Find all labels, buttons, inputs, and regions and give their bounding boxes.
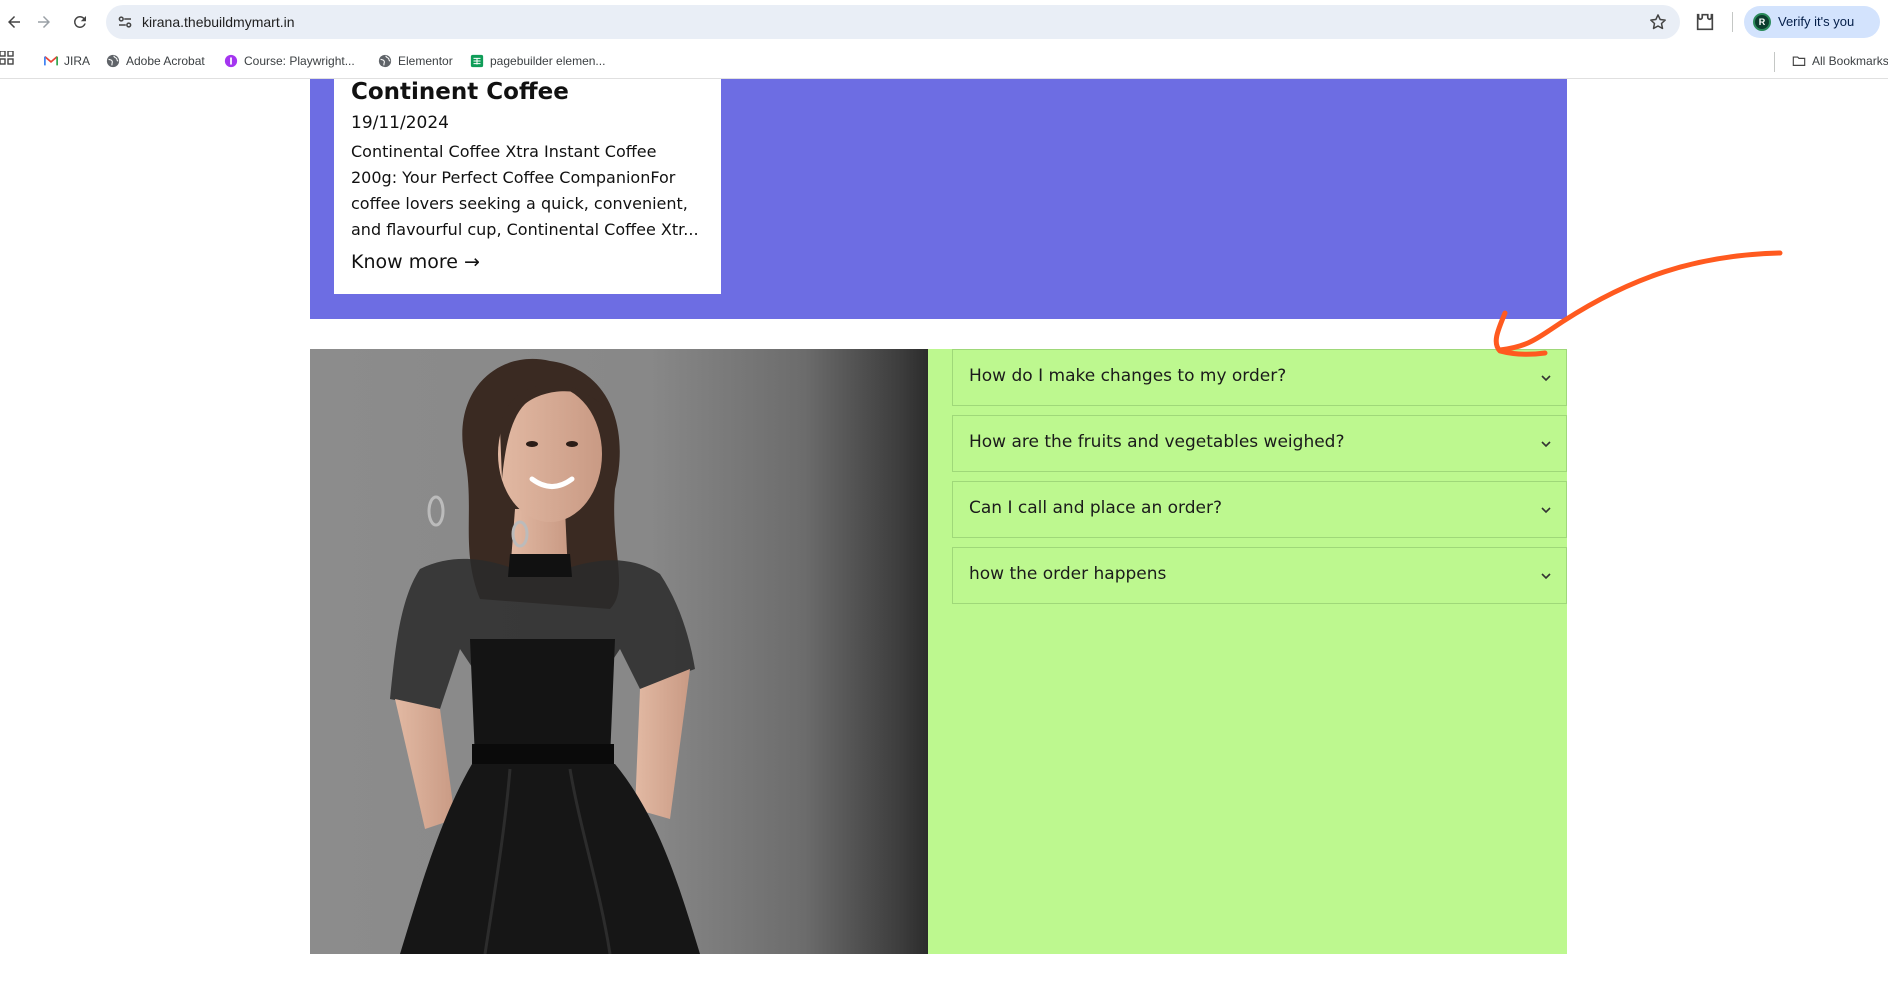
- verify-profile-button[interactable]: R Verify it's you: [1744, 6, 1880, 38]
- bookmark-label: Adobe Acrobat: [126, 54, 205, 68]
- faq-question: how the order happens: [969, 564, 1167, 584]
- bookmark-star-icon[interactable]: [1648, 12, 1668, 32]
- forward-button[interactable]: [30, 8, 58, 36]
- reload-icon: [73, 15, 86, 28]
- bookmarks-bar: JIRA Adobe Acrobat Course: Playwright...…: [0, 44, 1888, 79]
- address-bar[interactable]: kirana.thebuildmymart.in: [106, 5, 1680, 39]
- blog-card-date: 19/11/2024: [351, 113, 449, 133]
- blog-card: Continent Coffee 19/11/2024 Continental …: [334, 79, 721, 294]
- verify-label: Verify it's you: [1778, 14, 1855, 29]
- arrow-right-icon: [38, 16, 50, 28]
- folder-icon: [1792, 56, 1806, 66]
- url-text[interactable]: kirana.thebuildmymart.in: [142, 14, 295, 30]
- know-more-link[interactable]: Know more →: [351, 251, 480, 273]
- bookmarks-divider: [1774, 52, 1775, 72]
- bookmark-label: pagebuilder elemen...: [490, 54, 606, 68]
- model-photo: [310, 349, 928, 954]
- faq-item[interactable]: How are the fruits and vegetables weighe…: [952, 415, 1567, 472]
- chevron-down-icon: [1541, 375, 1551, 382]
- apps-grid-icon[interactable]: [0, 51, 14, 65]
- reload-button[interactable]: [66, 8, 94, 36]
- bookmark-label: Elementor: [398, 54, 453, 68]
- extensions-icon[interactable]: [1694, 11, 1716, 33]
- bookmark-elementor[interactable]: Elementor: [378, 50, 453, 72]
- blog-section: Continent Coffee 19/11/2024 Continental …: [310, 79, 1567, 319]
- chevron-down-icon: [1541, 441, 1551, 448]
- faq-question: How do I make changes to my order?: [969, 366, 1287, 386]
- profile-avatar: R: [1753, 13, 1771, 31]
- faq-item[interactable]: How do I make changes to my order?: [952, 349, 1567, 406]
- annotation-arrow-icon: [1493, 250, 1783, 357]
- all-bookmarks-folder[interactable]: All Bookmarks: [1792, 50, 1888, 72]
- gmail-icon: [44, 55, 58, 66]
- bookmark-label: Course: Playwright...: [244, 54, 355, 68]
- bookmark-label: JIRA: [64, 54, 91, 68]
- blog-card-excerpt: Continental Coffee Xtra Instant Coffee 2…: [351, 142, 699, 239]
- site-settings-icon[interactable]: [116, 13, 134, 31]
- woman-in-black-dress-image: [390, 358, 700, 954]
- browser-toolbar: kirana.thebuildmymart.in R Verify it's y…: [0, 0, 1888, 44]
- faq-question: Can I call and place an order?: [969, 498, 1222, 518]
- sheets-icon: [470, 54, 484, 68]
- faq-question: How are the fruits and vegetables weighe…: [969, 432, 1345, 452]
- arrow-left-icon: [8, 16, 20, 28]
- bookmark-pagebuilder[interactable]: pagebuilder elemen...: [470, 50, 605, 72]
- back-button[interactable]: [0, 8, 28, 36]
- chevron-down-icon: [1541, 507, 1551, 514]
- bookmark-adobe-acrobat[interactable]: Adobe Acrobat: [106, 50, 205, 72]
- blog-card-title: Continent Coffee: [351, 79, 569, 105]
- globe-icon: [106, 54, 120, 68]
- faq-item[interactable]: Can I call and place an order?: [952, 481, 1567, 538]
- chevron-down-icon: [1541, 573, 1551, 580]
- bookmark-course-playwright[interactable]: Course: Playwright...: [224, 50, 355, 72]
- toolbar-divider: [1732, 12, 1733, 32]
- bookmark-jira[interactable]: JIRA: [44, 50, 90, 72]
- faq-section: How do I make changes to my order? How a…: [928, 349, 1567, 954]
- course-icon: [224, 54, 238, 68]
- bookmark-label: All Bookmarks: [1812, 54, 1888, 68]
- globe-icon: [378, 54, 392, 68]
- faq-item[interactable]: how the order happens: [952, 547, 1567, 604]
